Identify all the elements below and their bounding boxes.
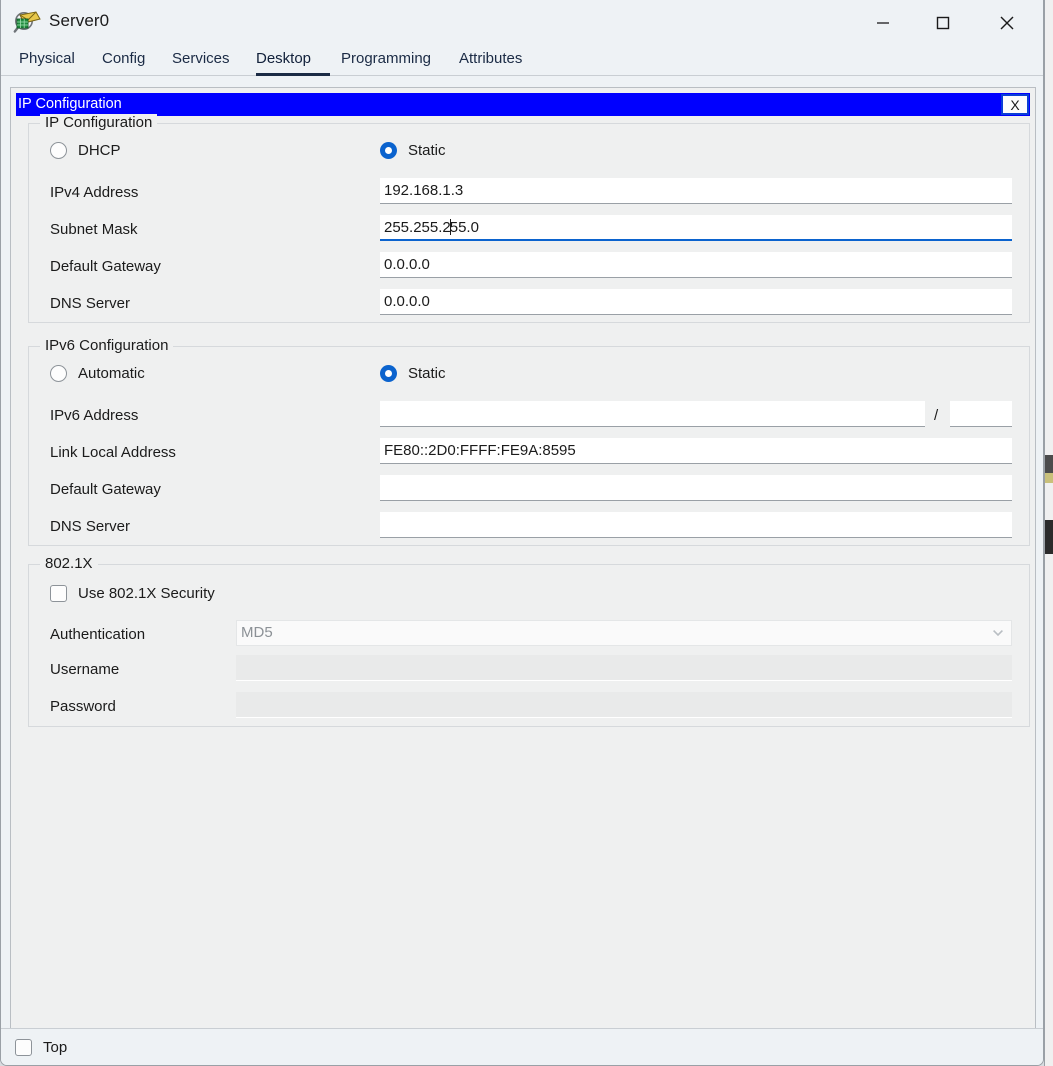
subnet-mask-input[interactable]: 255.255.255.0 <box>380 215 1012 241</box>
ipv6-automatic-label: Automatic <box>78 365 145 382</box>
tab-desktop-label: Desktop <box>256 50 312 67</box>
window-title: Server0 <box>49 11 110 30</box>
tab-config[interactable]: Config <box>102 45 162 76</box>
authentication-select[interactable]: MD5 <box>236 620 1012 646</box>
authentication-row: Authentication MD5 <box>29 620 1029 650</box>
tab-services-label: Services <box>172 50 230 67</box>
dot1x-group: 802.1X Use 802.1X Security Authenticatio… <box>28 555 1030 727</box>
ipv4-dns-server-value: 0.0.0.0 <box>384 293 430 310</box>
tab-physical[interactable]: Physical <box>19 45 92 76</box>
tab-programming[interactable]: Programming <box>341 45 448 76</box>
username-input[interactable] <box>236 655 1012 681</box>
ipv4-dhcp-label: DHCP <box>78 142 121 159</box>
tab-physical-label: Physical <box>19 50 75 67</box>
ipv6-group-legend: IPv6 Configuration <box>40 337 174 354</box>
top-checkbox[interactable]: Top <box>15 1039 67 1056</box>
tab-attributes-label: Attributes <box>459 50 523 67</box>
close-x-label: X <box>1010 96 1020 113</box>
ipv4-default-gateway-input[interactable]: 0.0.0.0 <box>380 252 1012 278</box>
subnet-mask-value-head: 255.255.2 <box>384 219 451 236</box>
maximize-icon <box>936 16 950 29</box>
ipv4-default-gateway-label: Default Gateway <box>50 258 161 275</box>
use-dot1x-security-label: Use 802.1X Security <box>78 585 215 602</box>
ipv6-prefix-separator: / <box>934 407 939 424</box>
ipv6-link-local-label: Link Local Address <box>50 444 176 461</box>
ip-configuration-close-button[interactable]: X <box>1001 94 1029 115</box>
radio-circle-selected-icon <box>380 142 397 159</box>
tab-attributes[interactable]: Attributes <box>459 45 539 76</box>
ipv6-default-gateway-row: Default Gateway <box>29 475 1029 505</box>
subnet-mask-label: Subnet Mask <box>50 221 138 238</box>
minimize-icon <box>877 21 889 24</box>
window-title-bar: Server0 <box>1 0 1043 45</box>
ipv4-address-label: IPv4 Address <box>50 184 139 201</box>
ipv6-dns-server-label: DNS Server <box>50 518 131 535</box>
ipv6-link-local-row: Link Local Address FE80::2D0:FFFF:FE9A:8… <box>29 438 1029 468</box>
desktop-panel: IP Configuration X IP Configuration DHCP… <box>10 87 1036 1029</box>
ip-configuration-title-bar: IP Configuration X <box>16 93 1030 116</box>
tab-config-label: Config <box>102 50 146 67</box>
ipv6-address-input[interactable] <box>380 401 925 427</box>
subnet-mask-value-tail: 55.0 <box>449 219 479 236</box>
ipv4-static-label: Static <box>408 142 446 159</box>
password-input[interactable] <box>236 692 1012 718</box>
ip-configuration-title: IP Configuration <box>18 96 122 112</box>
ipv4-dhcp-radio[interactable]: DHCP <box>50 142 121 159</box>
background-app-sliver <box>1044 0 1053 1066</box>
radio-circle-selected-icon <box>380 365 397 382</box>
tab-desktop[interactable]: Desktop <box>256 45 330 76</box>
server-window: Server0 Physical Config Services Desktop… <box>0 0 1044 1066</box>
ipv6-static-radio[interactable]: Static <box>380 365 446 382</box>
ipv4-address-input[interactable]: 192.168.1.3 <box>380 178 1012 204</box>
ipv4-dns-server-label: DNS Server <box>50 295 131 312</box>
ipv6-default-gateway-label: Default Gateway <box>50 481 161 498</box>
username-label: Username <box>50 661 120 678</box>
password-label: Password <box>50 698 116 715</box>
ipv4-group-legend: IP Configuration <box>40 114 158 131</box>
close-icon <box>1000 16 1014 29</box>
tab-services[interactable]: Services <box>172 45 246 76</box>
authentication-label: Authentication <box>50 626 146 643</box>
ipv6-dns-server-row: DNS Server <box>29 512 1029 542</box>
ipv4-dns-server-input[interactable]: 0.0.0.0 <box>380 289 1012 315</box>
maximize-button[interactable] <box>913 0 973 45</box>
ipv6-address-label: IPv6 Address <box>50 407 139 424</box>
ipv4-default-gateway-row: Default Gateway 0.0.0.0 <box>29 252 1029 282</box>
ipv6-prefix-length-input[interactable] <box>950 401 1012 427</box>
ipv6-link-local-input[interactable]: FE80::2D0:FFFF:FE9A:8595 <box>380 438 1012 464</box>
close-button[interactable] <box>977 0 1037 45</box>
ipv6-automatic-radio[interactable]: Automatic <box>50 365 145 382</box>
ipv4-static-radio[interactable]: Static <box>380 142 446 159</box>
radio-circle-icon <box>50 365 67 382</box>
radio-circle-icon <box>50 142 67 159</box>
ipv4-default-gateway-value: 0.0.0.0 <box>384 256 430 273</box>
use-dot1x-security-checkbox[interactable]: Use 802.1X Security <box>50 585 215 602</box>
ipv6-configuration-group: IPv6 Configuration Automatic Static IPv6… <box>28 337 1030 546</box>
ipv4-dns-server-row: DNS Server 0.0.0.0 <box>29 289 1029 319</box>
minimize-button[interactable] <box>853 0 913 45</box>
checkbox-icon <box>50 585 67 602</box>
ipv6-address-row: IPv6 Address / <box>29 401 1029 431</box>
ipv6-link-local-value: FE80::2D0:FFFF:FE9A:8595 <box>384 442 576 459</box>
ipv6-static-label: Static <box>408 365 446 382</box>
ipv4-address-value: 192.168.1.3 <box>384 182 464 199</box>
packet-tracer-inspect-icon <box>13 8 43 36</box>
ipv6-default-gateway-input[interactable] <box>380 475 1012 501</box>
subnet-mask-row: Subnet Mask 255.255.255.0 <box>29 215 1029 245</box>
dot1x-group-legend: 802.1X <box>40 555 98 572</box>
tab-bar: Physical Config Services Desktop Program… <box>1 45 1043 76</box>
ipv4-address-row: IPv4 Address 192.168.1.3 <box>29 178 1029 208</box>
chevron-down-icon <box>993 630 1003 636</box>
top-checkbox-label: Top <box>43 1039 68 1056</box>
password-row: Password <box>29 692 1029 722</box>
ipv4-configuration-group: IP Configuration DHCP Static IPv4 Addres… <box>28 114 1030 323</box>
ipv6-dns-server-input[interactable] <box>380 512 1012 538</box>
username-row: Username <box>29 655 1029 685</box>
window-bottom-bar: Top <box>1 1028 1043 1065</box>
checkbox-icon <box>15 1039 32 1056</box>
tab-programming-label: Programming <box>341 50 432 67</box>
authentication-value: MD5 <box>241 624 273 641</box>
